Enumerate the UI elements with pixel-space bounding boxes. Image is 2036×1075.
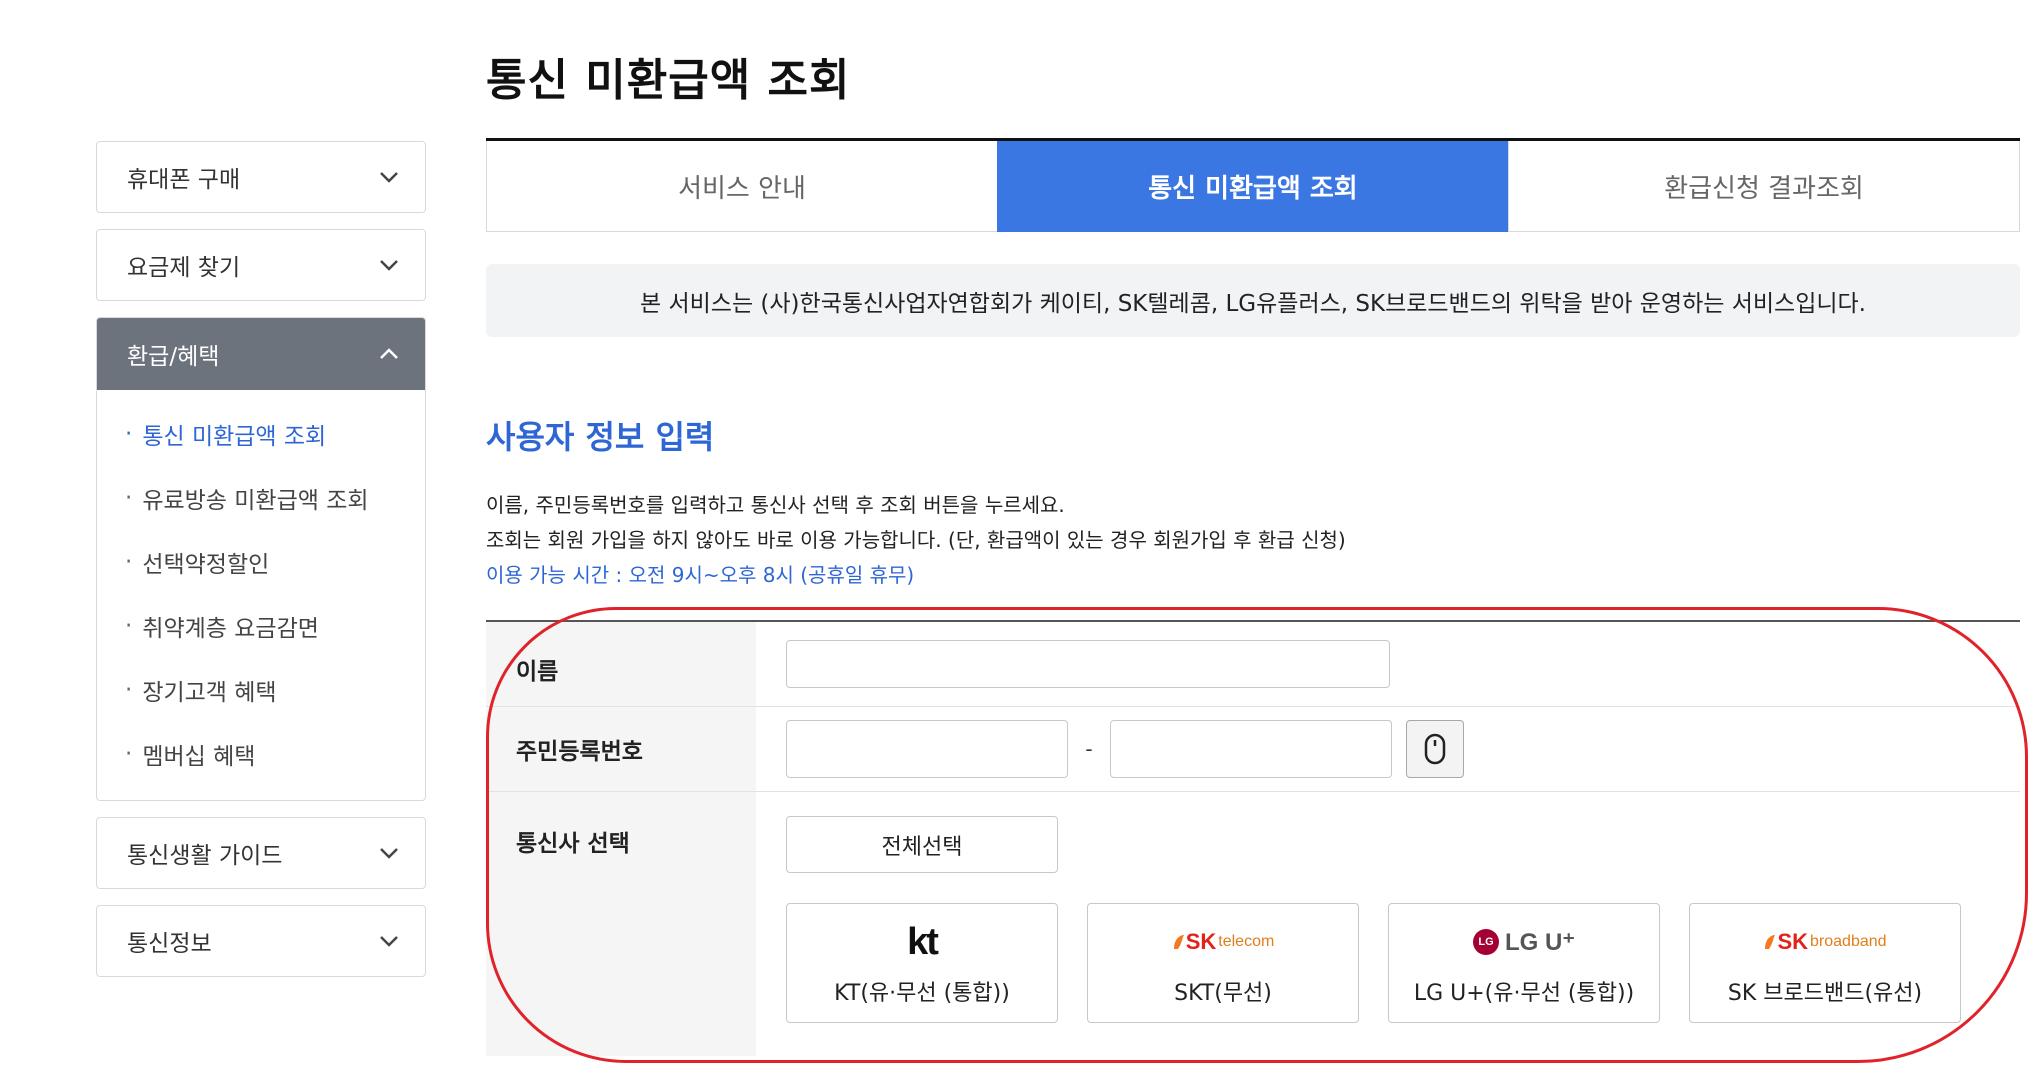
carrier-skt[interactable]: SK telecom SKT(무선) [1087,903,1359,1023]
user-info-form: 이름 주민등록번호 - 통신사 선택 전체선택 kt KT(유·무선 (통합))… [486,620,2020,1056]
carrier-name: LG U+(유·무선 (통합)) [1413,981,1635,1006]
bullet: · [125,421,133,447]
sidebar-item-label: 멤버십 혜택 [142,744,256,770]
name-label: 이름 [486,622,756,706]
section-title: 사용자 정보 입력 [486,418,715,456]
mouse-icon [1424,733,1446,765]
tab-refund-lookup[interactable]: 통신 미환급액 조회 [997,141,1508,232]
rrn-back-input[interactable] [1110,720,1392,778]
chevron-down-icon [377,929,401,953]
sidebar-item-label: 선택약정할인 [142,552,270,578]
kt-logo: kt [907,919,939,965]
instruction-line: 조회는 회원 가입을 하지 않아도 바로 이용 가능합니다. (단, 환급액이 … [486,528,1346,552]
carrier-lguplus[interactable]: LG LG U⁺ LG U+(유·무선 (통합)) [1388,903,1660,1023]
carrier-name: KT(유·무선 (통합)) [834,981,1010,1006]
rrn-front-input[interactable] [786,720,1068,778]
sidebar-item-label: 장기고객 혜택 [142,680,277,706]
tab-service-info[interactable]: 서비스 안내 [486,141,997,232]
lguplus-logo-text: LG U⁺ [1505,928,1575,956]
rrn-field-cell: - [756,707,2020,791]
form-row-carrier: 통신사 선택 전체선택 kt KT(유·무선 (통합)) SK telecom [486,792,2020,1056]
carrier-name: SK 브로드밴드(유선) [1727,981,1923,1006]
name-field-cell [756,622,2020,706]
sidebar-menu-refund-benefits: 환급/혜택 · 통신 미환급액 조회 · 유료방송 미환급액 조회 · 선택약정할인 … [96,317,426,801]
sidebar-item-telecom-refund[interactable]: · 통신 미환급액 조회 [97,402,425,466]
service-hours: 이용 가능 시간 : 오전 9시~오후 8시 (공휴일 휴무) [486,563,915,587]
sidebar-menu-label: 환급/혜택 [127,344,220,370]
rrn-label: 주민등록번호 [486,707,756,791]
kt-logo-text: kt [907,920,939,963]
carrier-options: kt KT(유·무선 (통합)) SK telecom SKT(무선) LG L… [786,903,2020,1023]
sidebar-item-vulnerable-discount[interactable]: · 취약계층 요금감면 [97,594,425,658]
service-notice: 본 서비스는 (사)한국통신사업자연합회가 케이티, SK텔레콤, LG유플러스… [486,264,2020,337]
sidebar-item-label: 통신 미환급액 조회 [142,424,327,450]
bullet: · [125,677,133,703]
sidebar-item-selective-discount[interactable]: · 선택약정할인 [97,530,425,594]
chevron-down-icon [377,165,401,189]
sidebar-menu-label: 휴대폰 구매 [127,167,241,193]
carrier-kt[interactable]: kt KT(유·무선 (통합)) [786,903,1058,1023]
bullet: · [125,485,133,511]
form-row-name: 이름 [486,622,2020,707]
carrier-label: 통신사 선택 [486,792,756,1056]
tab-bar: 서비스 안내 통신 미환급액 조회 환급신청 결과조회 [486,138,2020,232]
lg-circle-icon: LG [1473,929,1499,955]
skb-logo-sub: broadband [1810,933,1887,950]
page-title: 통신 미환급액 조회 [486,55,851,106]
tab-refund-result[interactable]: 환급신청 결과조회 [1508,141,2020,232]
sidebar-menu-phone-purchase[interactable]: 휴대폰 구매 [96,141,426,213]
sidebar-menu-label: 통신정보 [127,931,212,957]
skt-logo-sub: telecom [1218,933,1275,950]
skt-logo-text: SK [1185,929,1217,954]
carrier-field-cell: 전체선택 kt KT(유·무선 (통합)) SK telecom SKT(무선) [756,792,2020,1056]
sk-butterfly-icon [1173,935,1184,949]
name-input[interactable] [786,640,1390,688]
instruction-line: 이름, 주민등록번호를 입력하고 통신사 선택 후 조회 버튼을 누르세요. [486,493,1065,517]
select-all-button[interactable]: 전체선택 [786,816,1058,873]
skbroadband-logo: SK broadband [1763,919,1887,965]
instructions: 이름, 주민등록번호를 입력하고 통신사 선택 후 조회 버튼을 누르세요. 조… [486,488,1346,593]
rrn-separator: - [1085,737,1093,761]
skt-logo: SK telecom [1172,919,1275,965]
carrier-name: SKT(무선) [1174,981,1272,1006]
bullet: · [125,741,133,767]
chevron-up-icon [377,342,401,366]
sidebar-submenu: · 통신 미환급액 조회 · 유료방송 미환급액 조회 · 선택약정할인 · 취약계층 … [97,390,425,800]
sidebar-item-label: 유료방송 미환급액 조회 [142,488,369,514]
sidebar-menu-label: 통신생활 가이드 [127,843,283,869]
virtual-keypad-button[interactable] [1406,720,1464,778]
sidebar-item-long-term-benefit[interactable]: · 장기고객 혜택 [97,658,425,722]
carrier-skbroadband[interactable]: SK broadband SK 브로드밴드(유선) [1689,903,1961,1023]
sidebar-item-paytv-refund[interactable]: · 유료방송 미환급액 조회 [97,466,425,530]
sidebar-menu-label: 요금제 찾기 [127,255,241,281]
sk-butterfly-icon [1765,935,1776,949]
lguplus-logo: LG LG U⁺ [1473,919,1575,965]
sidebar-menu-telecom-guide[interactable]: 통신생활 가이드 [96,817,426,889]
skb-logo-text: SK [1777,929,1809,954]
chevron-down-icon [377,841,401,865]
bullet: · [125,613,133,639]
form-row-rrn: 주민등록번호 - [486,707,2020,792]
sidebar-menu-telecom-info[interactable]: 통신정보 [96,905,426,977]
sidebar-menu-refund-header[interactable]: 환급/혜택 [97,318,425,390]
sidebar: 휴대폰 구매 요금제 찾기 환급/혜택 · 통신 미환급액 조회 · 유료방송 미환… [96,141,426,993]
bullet: · [125,549,133,575]
sidebar-item-membership-benefit[interactable]: · 멤버십 혜택 [97,722,425,786]
chevron-down-icon [377,253,401,277]
sidebar-item-label: 취약계층 요금감면 [142,616,319,642]
sidebar-menu-plan-search[interactable]: 요금제 찾기 [96,229,426,301]
